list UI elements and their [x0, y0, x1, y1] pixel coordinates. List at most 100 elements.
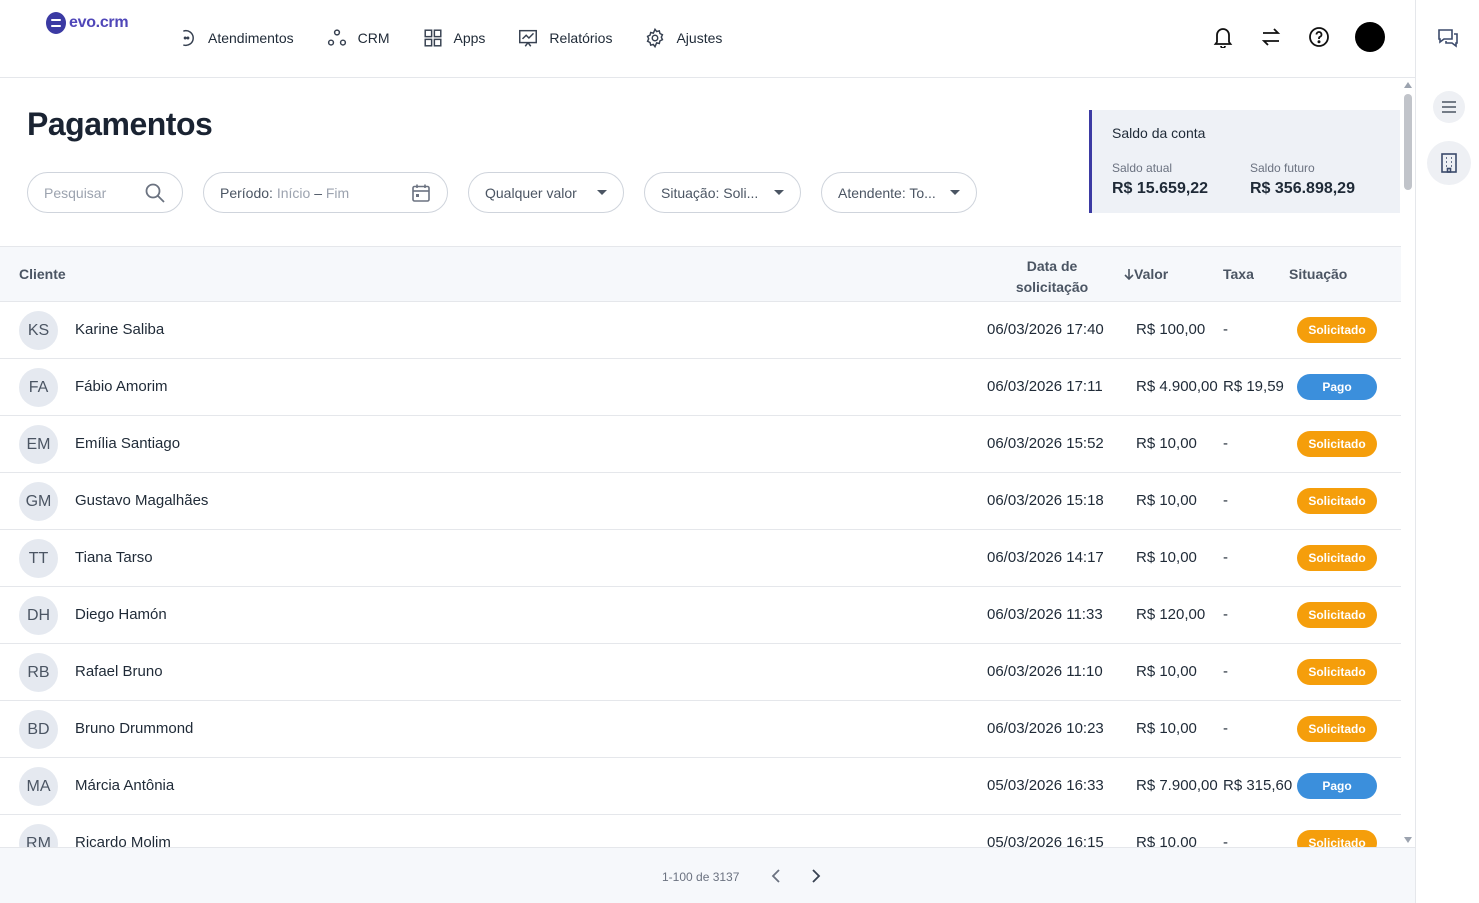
- current-balance-label: Saldo atual: [1112, 161, 1173, 175]
- chevron-down-icon: [950, 190, 960, 195]
- payment-fee: -: [1223, 435, 1228, 452]
- page-title: Pagamentos: [27, 106, 213, 142]
- column-header-cliente[interactable]: Cliente: [19, 266, 66, 282]
- nav-item-crm[interactable]: CRM: [326, 24, 390, 52]
- request-date: 05/03/2026 16:15: [987, 834, 1104, 847]
- payment-value: R$ 120,00: [1136, 606, 1206, 623]
- nav-item-ajustes[interactable]: Ajustes: [644, 24, 722, 52]
- valor-filter-label: Qualquer valor: [485, 184, 577, 201]
- nav-item-atendimentos[interactable]: Atendimentos: [176, 24, 294, 52]
- client-avatar: MA: [19, 767, 58, 806]
- payment-value: R$ 100,00: [1136, 321, 1206, 338]
- search-input[interactable]: Pesquisar: [27, 172, 183, 213]
- client-avatar: GM: [19, 482, 58, 521]
- request-date: 06/03/2026 17:40: [987, 321, 1104, 338]
- client-avatar: RB: [19, 653, 58, 692]
- request-date: 06/03/2026 14:17: [987, 549, 1104, 566]
- nav-label: CRM: [357, 30, 390, 46]
- chat-bubbles-icon[interactable]: [1436, 26, 1460, 55]
- nav-label: Atendimentos: [208, 30, 294, 46]
- payment-fee: -: [1223, 663, 1228, 680]
- table-row[interactable]: RM Ricardo Molim 05/03/2026 16:15 R$ 10,…: [0, 815, 1401, 847]
- nav-item-relatorios[interactable]: Relatórios: [517, 24, 612, 52]
- apps-grid-icon: [423, 29, 442, 47]
- situacao-filter-label: Situação: Soli...: [661, 184, 759, 201]
- payment-fee: R$ 19,59: [1223, 378, 1284, 395]
- app-root: evo.crm Atendimentos CRM Apps Relatórios: [0, 0, 1479, 903]
- payment-value: R$ 10,00: [1136, 720, 1197, 737]
- column-header-data-line2: solicitação: [1015, 279, 1089, 295]
- client-avatar: FA: [19, 368, 58, 407]
- table-row[interactable]: BD Bruno Drummond 06/03/2026 10:23 R$ 10…: [0, 701, 1401, 758]
- future-balance-label: Saldo futuro: [1250, 161, 1315, 175]
- column-header-taxa[interactable]: Taxa: [1223, 266, 1254, 282]
- nav-label: Apps: [453, 30, 486, 46]
- list-menu-icon[interactable]: [1433, 91, 1465, 123]
- status-badge: Solicitado: [1297, 317, 1377, 343]
- client-name: Karine Saliba: [75, 321, 165, 338]
- future-balance-value: R$ 356.898,29: [1250, 180, 1355, 197]
- column-header-data[interactable]: Data de solicitação: [1012, 256, 1092, 298]
- period-end-placeholder: Fim: [325, 184, 350, 201]
- current-balance-value: R$ 15.659,22: [1112, 180, 1209, 197]
- atendente-filter-dropdown[interactable]: Atendente: To...: [821, 172, 977, 213]
- period-start-placeholder: Início: [276, 184, 311, 201]
- notifications-bell-icon[interactable]: [1211, 25, 1235, 49]
- table-row[interactable]: GM Gustavo Magalhães 06/03/2026 15:18 R$…: [0, 473, 1401, 530]
- valor-filter-dropdown[interactable]: Qualquer valor: [468, 172, 624, 213]
- table-row[interactable]: RB Rafael Bruno 06/03/2026 11:10 R$ 10,0…: [0, 644, 1401, 701]
- search-icon: [145, 183, 165, 203]
- client-name: Márcia Antônia: [75, 777, 175, 794]
- payment-fee: -: [1223, 834, 1228, 847]
- period-separator: –: [314, 184, 322, 201]
- payment-fee: R$ 315,60: [1223, 777, 1293, 794]
- client-avatar: RM: [19, 824, 58, 847]
- payment-value: R$ 10,00: [1136, 435, 1197, 452]
- right-side-rail: [1415, 0, 1479, 903]
- column-header-situacao[interactable]: Situação: [1289, 266, 1347, 282]
- scroll-down-arrow-icon[interactable]: [1404, 837, 1412, 843]
- column-header-valor-label: Valor: [1134, 266, 1169, 282]
- table-row[interactable]: MA Márcia Antônia 05/03/2026 16:33 R$ 7.…: [0, 758, 1401, 815]
- request-date: 06/03/2026 17:11: [987, 378, 1103, 395]
- client-name: Ricardo Molim: [75, 834, 171, 847]
- building-icon[interactable]: [1427, 141, 1471, 185]
- client-avatar: KS: [19, 311, 58, 350]
- table-row[interactable]: EM Emília Santiago 06/03/2026 15:52 R$ 1…: [0, 416, 1401, 473]
- status-badge: Solicitado: [1297, 545, 1377, 571]
- period-label: Período:: [220, 184, 273, 201]
- period-date-range-filter[interactable]: Período: Início – Fim: [203, 172, 448, 213]
- switch-arrows-icon[interactable]: [1259, 25, 1283, 49]
- status-badge: Solicitado: [1297, 431, 1377, 457]
- table-row[interactable]: FA Fábio Amorim 06/03/2026 17:11 R$ 4.90…: [0, 359, 1401, 416]
- column-header-valor[interactable]: Valor: [1124, 266, 1168, 282]
- payment-value: R$ 7.900,00: [1136, 777, 1218, 794]
- user-avatar[interactable]: [1355, 22, 1385, 52]
- table-row[interactable]: TT Tiana Tarso 06/03/2026 14:17 R$ 10,00…: [0, 530, 1401, 587]
- vertical-scrollbar[interactable]: [1402, 80, 1415, 848]
- payment-value: R$ 10,00: [1136, 834, 1197, 847]
- gear-icon: [647, 27, 664, 49]
- chevron-left-icon[interactable]: [768, 867, 784, 890]
- top-navigation-bar: evo.crm Atendimentos CRM Apps Relatórios: [0, 0, 1415, 78]
- main-nav: Atendimentos CRM Apps Relatórios Ajustes: [176, 24, 754, 52]
- request-date: 05/03/2026 16:33: [987, 777, 1104, 794]
- scroll-thumb[interactable]: [1404, 94, 1412, 190]
- scroll-up-arrow-icon[interactable]: [1404, 82, 1412, 88]
- calendar-icon[interactable]: [411, 183, 431, 203]
- payment-value: R$ 4.900,00: [1136, 378, 1218, 395]
- filters-bar: Pesquisar Período: Início – Fim Qualquer…: [27, 172, 977, 213]
- payment-fee: -: [1223, 492, 1228, 509]
- chevron-right-icon[interactable]: [808, 867, 824, 890]
- chevron-down-icon: [774, 190, 784, 195]
- situacao-filter-dropdown[interactable]: Situação: Soli...: [644, 172, 801, 213]
- payment-fee: -: [1223, 720, 1228, 737]
- pagination-footer: 1-100 de 3137: [0, 847, 1415, 903]
- app-logo[interactable]: evo.crm: [46, 12, 129, 34]
- help-question-icon[interactable]: [1307, 25, 1331, 49]
- balance-title: Saldo da conta: [1112, 125, 1206, 141]
- table-row[interactable]: KS Karine Saliba 06/03/2026 17:40 R$ 100…: [0, 302, 1401, 359]
- nav-item-apps[interactable]: Apps: [422, 24, 486, 52]
- table-row[interactable]: DH Diego Hamón 06/03/2026 11:33 R$ 120,0…: [0, 587, 1401, 644]
- payment-value: R$ 10,00: [1136, 492, 1197, 509]
